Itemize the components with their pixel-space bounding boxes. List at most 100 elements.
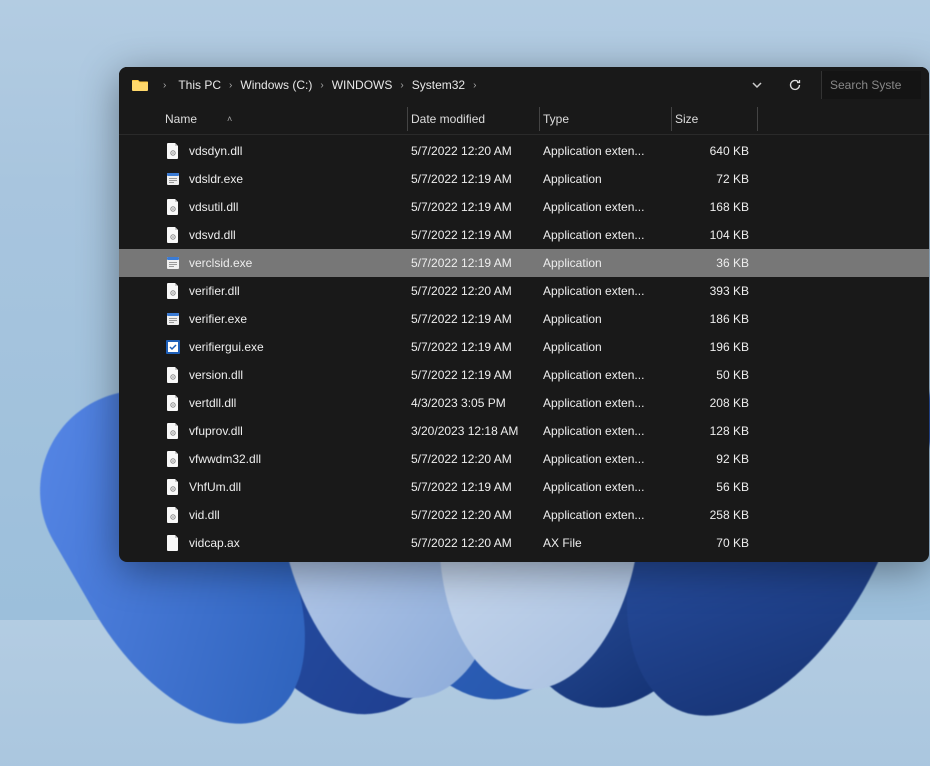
breadcrumb-segment[interactable]: WINDOWS xyxy=(330,76,395,94)
breadcrumb-segment[interactable]: System32 xyxy=(410,76,467,94)
file-type: AX File xyxy=(543,536,675,550)
file-type: Application exten... xyxy=(543,368,675,382)
file-size: 92 KB xyxy=(675,452,761,466)
file-date: 5/7/2022 12:19 AM xyxy=(411,256,543,270)
file-type: Application exten... xyxy=(543,424,675,438)
file-name: vdsutil.dll xyxy=(189,200,238,214)
file-name: vid.dll xyxy=(189,508,220,522)
file-type: Application exten... xyxy=(543,144,675,158)
file-size: 208 KB xyxy=(675,396,761,410)
file-date: 5/7/2022 12:20 AM xyxy=(411,536,543,550)
file-date: 5/7/2022 12:19 AM xyxy=(411,368,543,382)
file-date: 5/7/2022 12:19 AM xyxy=(411,312,543,326)
file-row[interactable]: vidcap.ax 5/7/2022 12:20 AMAX File70 KB xyxy=(119,529,929,557)
refresh-button[interactable] xyxy=(781,71,809,99)
file-row[interactable]: vdsvd.dll5/7/2022 12:19 AMApplication ex… xyxy=(119,221,929,249)
file-size: 70 KB xyxy=(675,536,761,550)
breadcrumb-segment[interactable]: Windows (C:) xyxy=(238,76,314,94)
file-row[interactable]: vdsldr.exe5/7/2022 12:19 AMApplication72… xyxy=(119,165,929,193)
file-icon xyxy=(165,199,181,215)
file-row[interactable]: verclsid.exe5/7/2022 12:19 AMApplication… xyxy=(119,249,929,277)
file-type: Application xyxy=(543,172,675,186)
file-type: Application xyxy=(543,340,675,354)
file-name: vfuprov.dll xyxy=(189,424,243,438)
file-date: 3/20/2023 12:18 AM xyxy=(411,424,543,438)
file-type: Application exten... xyxy=(543,200,675,214)
file-icon xyxy=(165,479,181,495)
file-name: vertdll.dll xyxy=(189,396,236,410)
file-type: Application exten... xyxy=(543,284,675,298)
file-row[interactable]: vertdll.dll4/3/2023 3:05 PMApplication e… xyxy=(119,389,929,417)
chevron-right-icon[interactable]: › xyxy=(394,80,409,91)
file-date: 5/7/2022 12:19 AM xyxy=(411,480,543,494)
file-type: Application xyxy=(543,312,675,326)
file-row[interactable]: verifier.dll 5/7/2022 12:20 AMApplication… xyxy=(119,277,929,305)
file-icon xyxy=(165,367,181,383)
chevron-right-icon[interactable]: › xyxy=(223,80,238,91)
file-row[interactable]: vdsdyn.dll 5/7/2022 12:20 AMApplication e… xyxy=(119,137,929,165)
chevron-right-icon[interactable]: › xyxy=(467,80,482,91)
file-name: version.dll xyxy=(189,368,243,382)
file-row[interactable]: VhfUm.dll 5/7/2022 12:19 AMApplication ex… xyxy=(119,473,929,501)
file-row[interactable]: vid.dll5/7/2022 12:20 AMApplication exte… xyxy=(119,501,929,529)
file-date: 5/7/2022 12:19 AM xyxy=(411,172,543,186)
sort-indicator-icon: ˄ xyxy=(227,114,232,124)
file-size: 186 KB xyxy=(675,312,761,326)
file-size: 258 KB xyxy=(675,508,761,522)
file-row[interactable]: vfuprov.dll 3/20/2023 12:18 AMApplication… xyxy=(119,417,929,445)
file-icon xyxy=(165,255,181,271)
file-icon xyxy=(165,395,181,411)
search-placeholder: Search Syste xyxy=(830,78,901,92)
file-name: verifier.exe xyxy=(189,312,247,326)
file-name: vdsldr.exe xyxy=(189,172,243,186)
file-size: 56 KB xyxy=(675,480,761,494)
file-name: vfwwdm32.dll xyxy=(189,452,261,466)
file-row[interactable]: version.dll 5/7/2022 12:19 AMApplication … xyxy=(119,361,929,389)
file-size: 128 KB xyxy=(675,424,761,438)
file-type: Application exten... xyxy=(543,452,675,466)
file-type: Application exten... xyxy=(543,396,675,410)
dropdown-button[interactable] xyxy=(743,71,771,99)
search-input[interactable]: Search Syste xyxy=(821,71,921,99)
file-row[interactable]: verifier.exe 5/7/2022 12:19 AMApplication… xyxy=(119,305,929,333)
file-date: 5/7/2022 12:19 AM xyxy=(411,200,543,214)
file-icon xyxy=(165,311,181,327)
chevron-right-icon[interactable]: › xyxy=(314,80,329,91)
folder-icon xyxy=(131,76,149,94)
file-list[interactable]: vdsdyn.dll5/7/2022 12:20 AMApplication e… xyxy=(119,135,929,562)
breadcrumb-segment[interactable]: This PC xyxy=(176,76,223,94)
file-name: vdsvd.dll xyxy=(189,228,236,242)
file-name: vdsdyn.dll xyxy=(189,144,242,158)
address-bar: › This PC›Windows (C:)›WINDOWS›System32›… xyxy=(119,67,929,103)
column-header-date[interactable]: Date modified xyxy=(411,112,543,126)
breadcrumb: This PC›Windows (C:)›WINDOWS›System32› xyxy=(176,76,739,94)
file-size: 168 KB xyxy=(675,200,761,214)
file-type: Application exten... xyxy=(543,480,675,494)
file-row[interactable]: vfwwdm32.dll 5/7/2022 12:20 AMApplication… xyxy=(119,445,929,473)
file-date: 5/7/2022 12:20 AM xyxy=(411,452,543,466)
file-type: Application exten... xyxy=(543,228,675,242)
column-headers: Name ˄ Date modified Type Size xyxy=(119,103,929,135)
file-size: 640 KB xyxy=(675,144,761,158)
file-date: 5/7/2022 12:19 AM xyxy=(411,340,543,354)
file-size: 393 KB xyxy=(675,284,761,298)
column-header-name[interactable]: Name ˄ xyxy=(165,112,411,126)
file-row[interactable]: verifiergui.exe 5/7/2022 12:19 AMApplicat… xyxy=(119,333,929,361)
file-name: vidcap.ax xyxy=(189,536,240,550)
file-icon xyxy=(165,339,181,355)
file-row[interactable]: vdsutil.dll 5/7/2022 12:19 AMApplication … xyxy=(119,193,929,221)
file-date: 5/7/2022 12:20 AM xyxy=(411,284,543,298)
file-name: verclsid.exe xyxy=(189,256,252,270)
file-size: 104 KB xyxy=(675,228,761,242)
column-header-size[interactable]: Size xyxy=(675,112,761,126)
file-icon xyxy=(165,451,181,467)
file-name: verifier.dll xyxy=(189,284,240,298)
chevron-right-icon[interactable]: › xyxy=(157,80,172,91)
file-name: verifiergui.exe xyxy=(189,340,264,354)
file-explorer-window: › This PC›Windows (C:)›WINDOWS›System32›… xyxy=(119,67,929,562)
file-name: VhfUm.dll xyxy=(189,480,241,494)
file-icon xyxy=(165,171,181,187)
file-date: 5/7/2022 12:20 AM xyxy=(411,144,543,158)
file-icon xyxy=(165,507,181,523)
column-header-type[interactable]: Type xyxy=(543,112,675,126)
